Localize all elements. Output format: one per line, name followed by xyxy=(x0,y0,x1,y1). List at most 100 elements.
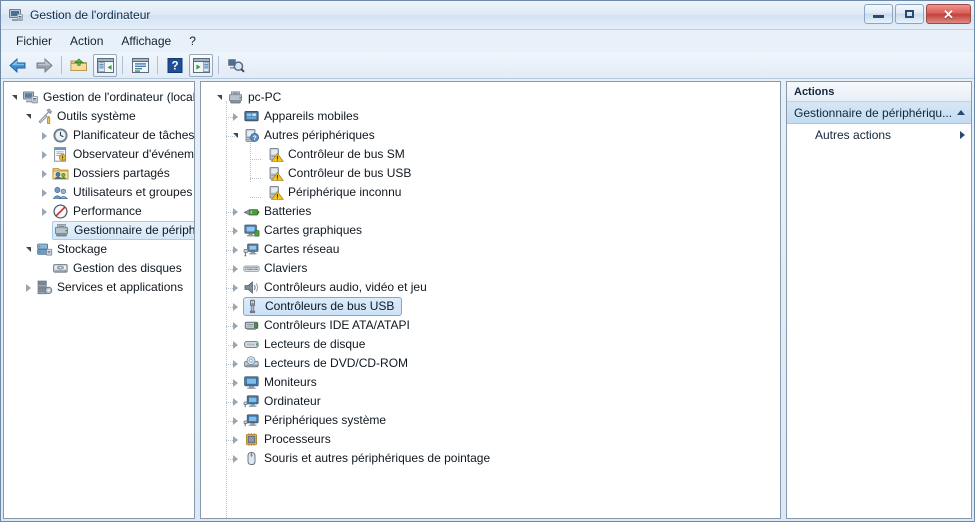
device-item-controleur-de-bus-usb[interactable]: Contrôleur de bus USB xyxy=(201,164,780,183)
maximize-icon xyxy=(905,10,914,18)
expander-performance[interactable] xyxy=(36,202,52,221)
clock-icon xyxy=(52,127,69,144)
usb-icon xyxy=(244,298,261,315)
minimize-button[interactable] xyxy=(864,4,893,24)
device-item-peripherique-inconnu[interactable]: Périphérique inconnu xyxy=(201,183,780,202)
expander-services[interactable] xyxy=(20,278,36,297)
shared-folders-icon xyxy=(52,165,69,182)
actions-item-autres-actions[interactable]: Autres actions xyxy=(787,124,971,146)
expander-dossiers-partages[interactable] xyxy=(36,164,52,183)
expander-outils-systeme[interactable] xyxy=(20,107,36,126)
sidebar-item-utilisateurs-et-groupes-locaux[interactable]: Utilisateurs et groupes l xyxy=(4,183,194,202)
close-button[interactable]: ✕ xyxy=(926,4,971,24)
chevron-right-icon[interactable] xyxy=(960,131,965,139)
device-category-lecteurs-de-dvd-cd-rom[interactable]: Lecteurs de DVD/CD-ROM xyxy=(201,354,780,373)
mouse-icon xyxy=(243,450,260,467)
device-category-controleurs-ide-ata-atapi[interactable]: Contrôleurs IDE ATA/ATAPI xyxy=(201,316,780,335)
tree-node-root[interactable]: Gestion de l'ordinateur (local) xyxy=(4,88,194,107)
device-category-cartes-graphiques[interactable]: Cartes graphiques xyxy=(201,221,780,240)
expander-observateur[interactable] xyxy=(36,145,52,164)
device-item-controleur-de-bus-sm[interactable]: Contrôleur de bus SM xyxy=(201,145,780,164)
display-adapter-icon xyxy=(243,222,260,239)
device-category-label: Contrôleurs IDE ATA/ATAPI xyxy=(264,318,410,332)
expander-planificateur[interactable] xyxy=(36,126,52,145)
maximize-button[interactable] xyxy=(895,4,924,24)
expander-root[interactable] xyxy=(6,88,22,107)
system-devices-icon xyxy=(243,412,260,429)
device-category-batteries[interactable]: Batteries xyxy=(201,202,780,221)
sidebar-item-outils-systeme[interactable]: Outils système xyxy=(4,107,194,126)
device-category-controleurs-de-bus-usb[interactable]: Contrôleurs de bus USB xyxy=(201,297,780,316)
device-category-peripheriques-systeme[interactable]: Périphériques système xyxy=(201,411,780,430)
chevron-up-icon[interactable] xyxy=(957,110,965,115)
sidebar-item-label: Services et applications xyxy=(57,280,184,294)
device-category-label: Cartes réseau xyxy=(264,242,340,256)
dvd-drive-icon xyxy=(243,355,260,372)
help-button[interactable]: ? xyxy=(163,54,187,77)
sidebar-item-label: Performance xyxy=(73,204,142,218)
console-tree-pane[interactable]: Gestion de l'ordinateur (local) Outils s… xyxy=(3,81,195,519)
device-category-appareils-mobiles[interactable]: Appareils mobiles xyxy=(201,107,780,126)
device-category-autres-peripheriques[interactable]: ? Autres périphériques xyxy=(201,126,780,145)
sidebar-item-label: Outils système xyxy=(57,109,136,123)
folder-up-icon xyxy=(70,57,88,73)
console-tree-icon xyxy=(96,57,114,73)
forward-button[interactable] xyxy=(32,54,56,77)
device-category-processeurs[interactable]: Processeurs xyxy=(201,430,780,449)
sidebar-item-dossiers-partages[interactable]: Dossiers partagés xyxy=(4,164,194,183)
computer-icon xyxy=(227,89,244,106)
sidebar-item-gestion-des-disques[interactable]: Gestion des disques xyxy=(4,259,194,278)
device-category-ordinateur[interactable]: Ordinateur xyxy=(201,392,780,411)
scan-hardware-changes-button[interactable] xyxy=(224,54,248,77)
window-controls: ✕ xyxy=(864,4,971,24)
device-category-claviers[interactable]: Claviers xyxy=(201,259,780,278)
device-category-controleurs-audio-video-et-jeu[interactable]: Contrôleurs audio, vidéo et jeu xyxy=(201,278,780,297)
expander-root-pc[interactable] xyxy=(211,88,227,107)
users-groups-icon xyxy=(52,184,69,201)
back-arrow-icon xyxy=(9,57,27,73)
keyboard-icon xyxy=(243,260,260,277)
sidebar-item-label: Gestion des disques xyxy=(73,261,182,275)
ide-controller-icon xyxy=(243,317,260,334)
sidebar-item-services-et-applications[interactable]: Services et applications xyxy=(4,278,194,297)
sidebar-item-stockage[interactable]: Stockage xyxy=(4,240,194,259)
tree-guide-line xyxy=(250,159,261,160)
device-category-souris-et-autres-peripheriques-de-pointage[interactable]: Souris et autres périphériques de pointa… xyxy=(201,449,780,468)
sidebar-item-observateur-d-evenements[interactable]: Observateur d'événeme xyxy=(4,145,194,164)
tree-guide-line xyxy=(250,178,261,179)
device-category-label: Autres périphériques xyxy=(264,128,375,142)
triangle-collapsed-icon xyxy=(41,131,47,140)
event-viewer-icon xyxy=(52,146,69,163)
triangle-collapsed-icon xyxy=(232,302,238,311)
triangle-collapsed-icon xyxy=(25,283,31,292)
menu-help[interactable]: ? xyxy=(180,31,205,51)
show-hide-action-pane-button[interactable] xyxy=(189,53,213,77)
actions-group-device-manager[interactable]: Gestionnaire de périphériqu... xyxy=(787,102,971,124)
sidebar-item-performance[interactable]: Performance xyxy=(4,202,194,221)
menu-fichier[interactable]: Fichier xyxy=(7,31,61,51)
device-category-moniteurs[interactable]: Moniteurs xyxy=(201,373,780,392)
properties-button[interactable] xyxy=(128,54,152,77)
actions-pane-header: Actions xyxy=(787,82,971,102)
device-tree-pane[interactable]: pc-PC Appareils mobiles ? Autres périphé… xyxy=(200,81,781,519)
expander-utilisateurs[interactable] xyxy=(36,183,52,202)
device-tree-root[interactable]: pc-PC xyxy=(201,88,780,107)
menu-action[interactable]: Action xyxy=(61,31,112,51)
device-category-cartes-reseau[interactable]: Cartes réseau xyxy=(201,240,780,259)
sidebar-item-planificateur-de-taches[interactable]: Planificateur de tâches xyxy=(4,126,194,145)
toolbar-separator-2 xyxy=(122,56,123,74)
other-devices-icon: ? xyxy=(243,127,260,144)
device-category-label: Appareils mobiles xyxy=(264,109,359,123)
back-button[interactable] xyxy=(6,54,30,77)
menu-affichage[interactable]: Affichage xyxy=(112,31,180,51)
expander-stockage[interactable] xyxy=(20,240,36,259)
triangle-collapsed-icon xyxy=(41,188,47,197)
show-hide-console-tree-button[interactable] xyxy=(93,53,117,77)
up-folder-button[interactable] xyxy=(67,54,91,77)
triangle-collapsed-icon xyxy=(232,340,238,349)
sidebar-item-gestionnaire-de-peripheriques[interactable]: Gestionnaire de périphé xyxy=(4,221,194,240)
svg-text:?: ? xyxy=(253,135,257,142)
processor-icon xyxy=(243,431,260,448)
device-category-lecteurs-de-disque[interactable]: Lecteurs de disque xyxy=(201,335,780,354)
expander-spacer-2 xyxy=(36,259,52,278)
